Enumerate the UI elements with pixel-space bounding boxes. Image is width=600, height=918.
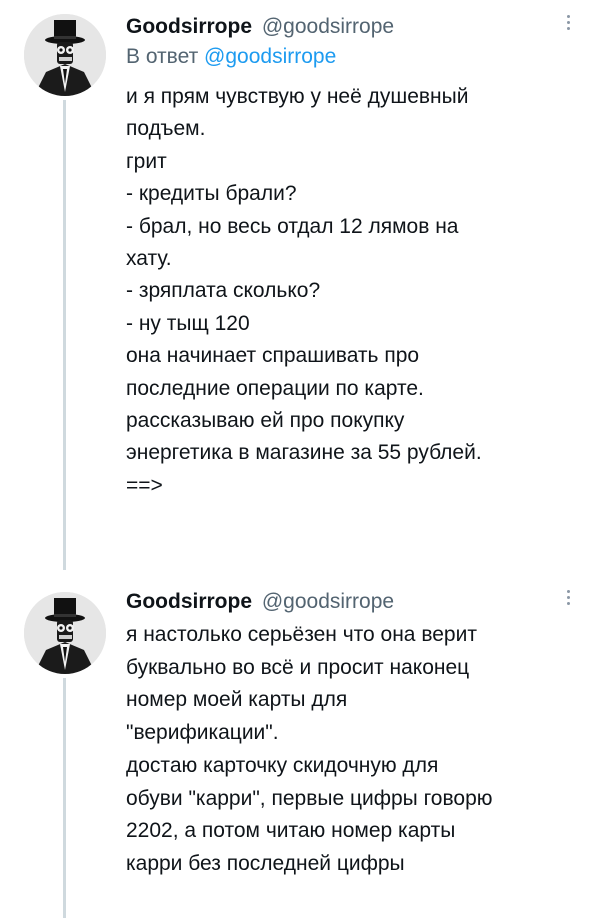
tweet-text-line: и я прям чувствую у неё душевный xyxy=(126,85,469,108)
tweet-text-line: ==> xyxy=(126,473,163,497)
top-hat-character-avatar-icon xyxy=(24,14,106,96)
tweet-text-line: достаю карточку скидочную для xyxy=(126,753,439,777)
tweet-text-line: - ну тыщ 120 xyxy=(126,311,250,335)
tweet[interactable]: Goodsirrope @goodsirrope я настолько сер… xyxy=(0,570,600,918)
more-vertical-icon[interactable] xyxy=(563,12,573,38)
tweet-text-line: хату. xyxy=(126,247,172,271)
avatar[interactable] xyxy=(24,14,106,96)
thread-connector-line xyxy=(63,678,66,918)
avatar[interactable] xyxy=(24,592,106,674)
more-vertical-icon[interactable] xyxy=(563,587,573,613)
tweet-text-line: - зряплата сколько? xyxy=(126,279,321,303)
reply-context: В ответ @goodsirrope xyxy=(126,44,336,70)
display-name[interactable]: Goodsirrope xyxy=(126,590,252,613)
tweet-text-line: подъем. xyxy=(126,117,206,141)
user-handle[interactable]: @goodsirrope xyxy=(262,590,394,613)
tweet-text-line: последние операции по карте. xyxy=(126,376,424,400)
tweet-text-line: я настолько серьёзен что она верит xyxy=(126,623,477,646)
thread-connector-line xyxy=(63,100,66,570)
tweet-text: я настолько серьёзен что она верит буква… xyxy=(126,619,586,881)
tweet-text-line: она начинает спрашивать про xyxy=(126,344,420,368)
display-name[interactable]: Goodsirrope xyxy=(126,15,252,38)
tweet-header: Goodsirrope @goodsirrope xyxy=(126,589,394,615)
tweet-text-line: буквально во всё и просит наконец xyxy=(126,655,470,679)
tweet-text-line: обуви "карри", первые цифры говорю xyxy=(126,786,493,810)
tweet-text-line: грит xyxy=(126,149,167,173)
tweet-text-line: номер моей карты для xyxy=(126,688,348,712)
tweet-text-line: энергетика в магазине за 55 рублей. xyxy=(126,441,482,465)
tweet-text-line: карри без последней цифры xyxy=(126,851,405,875)
tweet-text-line: - кредиты брали? xyxy=(126,182,297,206)
tweet-text-line: "верификации". xyxy=(126,721,279,745)
user-handle[interactable]: @goodsirrope xyxy=(262,15,394,38)
reply-prefix: В ответ xyxy=(126,45,199,68)
tweet-text: и я прям чувствую у неё душевный подъем.… xyxy=(126,81,586,502)
tweet[interactable]: Goodsirrope @goodsirrope В ответ @goodsi… xyxy=(0,0,600,570)
tweet-text-line: рассказываю ей про покупку xyxy=(126,409,405,433)
reply-mention-link[interactable]: @goodsirrope xyxy=(204,45,336,68)
tweet-text-line: 2202, а потом читаю номер карты xyxy=(126,819,456,843)
top-hat-character-avatar-icon xyxy=(24,592,106,674)
tweet-text-line: - брал, но весь отдал 12 лямов на xyxy=(126,214,459,238)
tweet-header: Goodsirrope @goodsirrope xyxy=(126,14,394,40)
